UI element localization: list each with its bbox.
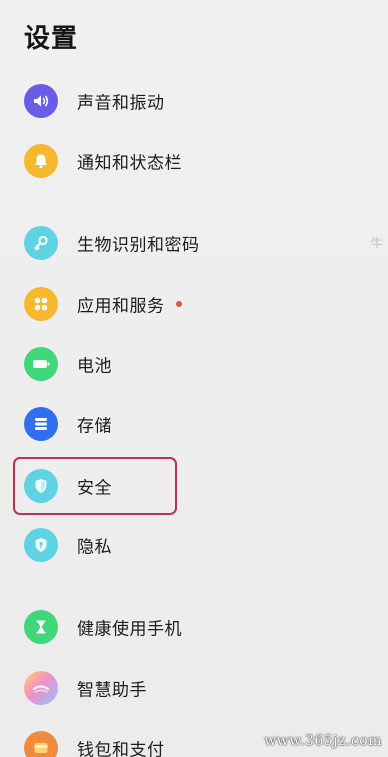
settings-item-label: 健康使用手机 (77, 619, 182, 640)
page-title: 设置 (24, 24, 79, 54)
assistant-icon (24, 671, 58, 705)
settings-page: 设置 声音和振动 通知和状态栏 生物识别和密码 生 应用和服务 电池 存储 安全… (0, 0, 388, 757)
hourglass-icon (24, 610, 58, 644)
wallet-icon (24, 731, 58, 757)
storage-icon (24, 407, 58, 441)
partial-text-edge: 生 (370, 237, 384, 248)
bell-icon (24, 144, 58, 178)
settings-item-security[interactable]: 安全 (0, 456, 388, 516)
settings-item-apps[interactable]: 应用和服务 (0, 274, 388, 334)
settings-item-digital-wellbeing[interactable]: 健康使用手机 (0, 597, 388, 657)
battery-icon (24, 347, 58, 381)
key-icon (24, 226, 58, 260)
settings-item-sound[interactable]: 声音和振动 (0, 71, 388, 131)
settings-item-notification[interactable]: 通知和状态栏 (0, 131, 388, 191)
notification-dot (176, 301, 182, 307)
watermark-text: www.365jz.com (264, 733, 382, 749)
settings-item-storage[interactable]: 存储 (0, 394, 388, 454)
settings-item-label: 钱包和支付 (77, 740, 165, 757)
settings-item-biometrics[interactable]: 生物识别和密码 (0, 213, 388, 273)
settings-item-label: 电池 (77, 356, 112, 377)
privacy-shield-icon (24, 528, 58, 562)
speaker-icon (24, 84, 58, 118)
settings-item-label: 生物识别和密码 (77, 235, 200, 256)
settings-item-battery[interactable]: 电池 (0, 334, 388, 394)
settings-item-label: 声音和振动 (77, 93, 165, 114)
settings-item-assistant[interactable]: 智慧助手 (0, 658, 388, 718)
settings-item-label: 存储 (77, 416, 112, 437)
settings-item-privacy[interactable]: 隐私 (0, 515, 388, 575)
settings-item-label: 应用和服务 (77, 296, 165, 317)
settings-item-label: 隐私 (77, 537, 112, 558)
settings-item-label: 安全 (77, 478, 112, 499)
settings-item-label: 通知和状态栏 (77, 153, 182, 174)
shield-icon (24, 469, 58, 503)
settings-item-label: 智慧助手 (77, 680, 147, 701)
apps-grid-icon (24, 287, 58, 321)
